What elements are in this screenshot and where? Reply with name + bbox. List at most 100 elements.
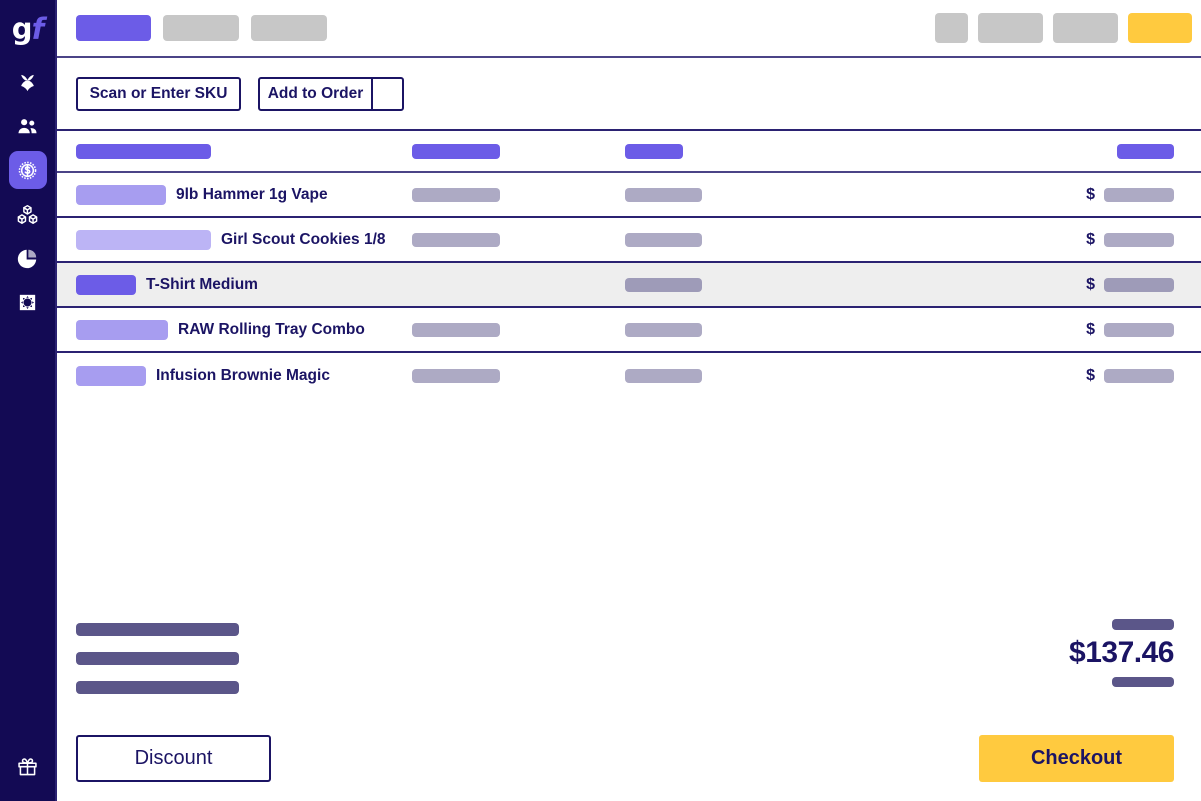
summary-label-placeholder <box>76 652 239 665</box>
row-cell-price: $ <box>1086 308 1174 351</box>
currency-symbol: $ <box>1086 320 1095 338</box>
order-summary-labels <box>76 623 239 694</box>
row-cell-price: $ <box>1086 218 1174 261</box>
topbar-left-group <box>76 15 327 41</box>
topbar-right-group <box>935 13 1192 43</box>
table-row[interactable]: Girl Scout Cookies 1/8 $ <box>57 218 1201 263</box>
row-unit-placeholder <box>625 187 702 202</box>
header-cell-unit <box>625 131 683 171</box>
row-cell-name: T-Shirt Medium <box>76 263 258 306</box>
row-price-placeholder <box>1104 187 1174 202</box>
row-unit-placeholder <box>625 277 702 292</box>
table-row[interactable]: 9lb Hammer 1g Vape $ <box>57 173 1201 218</box>
header-cell-price <box>1117 131 1174 171</box>
summary-label-placeholder <box>76 623 239 636</box>
checkout-button[interactable]: Checkout <box>979 735 1174 782</box>
row-qty-placeholder <box>412 322 500 337</box>
table-row-selected[interactable]: T-Shirt Medium $ <box>57 263 1201 308</box>
app-logo[interactable]: gf <box>0 0 55 57</box>
discount-button[interactable]: Discount <box>76 735 271 782</box>
row-cell-price: $ <box>1086 263 1174 306</box>
row-cell-quantity <box>412 173 500 216</box>
add-to-order-split-button: Add to Order <box>258 76 404 111</box>
row-cell-name: RAW Rolling Tray Combo <box>76 308 365 351</box>
order-summary-values: $137.46 <box>1069 619 1174 687</box>
row-name-placeholder <box>76 229 211 250</box>
chart-icon <box>16 247 39 270</box>
boxes-icon <box>16 203 39 226</box>
summary-label-placeholder <box>76 681 239 694</box>
leaf-icon <box>16 71 39 94</box>
row-price-placeholder <box>1104 277 1174 292</box>
row-cell-quantity <box>412 308 500 351</box>
topbar-tab-placeholder[interactable] <box>251 15 327 41</box>
row-qty-placeholder <box>412 232 500 247</box>
order-items-table: 9lb Hammer 1g Vape $ Girl Scout Cookies … <box>57 131 1201 398</box>
row-name-placeholder <box>76 184 166 205</box>
main-content: Scan or Enter SKU Add to Order 9lb Hamme… <box>55 0 1201 801</box>
row-qty-placeholder <box>412 368 500 383</box>
table-row[interactable]: Infusion Brownie Magic $ <box>57 353 1201 398</box>
gear-icon <box>16 291 39 314</box>
currency-symbol: $ <box>1086 230 1095 248</box>
summary-subtotal-placeholder <box>1112 619 1174 630</box>
row-cell-unit <box>625 173 702 216</box>
topbar-tab-placeholder[interactable] <box>163 15 239 41</box>
row-unit-placeholder <box>625 232 702 247</box>
logo-letter-g: g <box>11 11 33 46</box>
row-cell-unit <box>625 353 702 398</box>
row-cell-quantity <box>412 353 500 398</box>
grand-total-amount: $137.46 <box>1069 636 1174 669</box>
topbar-primary-action-placeholder[interactable] <box>1128 13 1192 43</box>
product-name: T-Shirt Medium <box>146 275 258 293</box>
coin-icon <box>16 159 39 182</box>
row-unit-placeholder <box>625 368 702 383</box>
topbar-tab-active-placeholder[interactable] <box>76 15 151 41</box>
gift-icon <box>16 755 39 778</box>
row-cell-unit <box>625 218 702 261</box>
add-to-order-button[interactable]: Add to Order <box>258 76 372 111</box>
row-cell-unit <box>625 308 702 351</box>
row-cell-price: $ <box>1086 173 1174 216</box>
sidebar-item-plants[interactable] <box>9 63 47 101</box>
header-unit-placeholder <box>625 143 683 159</box>
sidebar-item-reports[interactable] <box>9 239 47 277</box>
row-cell-price: $ <box>1086 353 1174 398</box>
header-cell-quantity <box>412 131 500 171</box>
sidebar-item-inventory[interactable] <box>9 195 47 233</box>
sidebar-item-sales[interactable] <box>8 151 47 189</box>
row-price-placeholder <box>1104 322 1174 337</box>
topbar-action-placeholder[interactable] <box>978 13 1043 43</box>
pos-order-screen: gf Scan or Enter SKU Add to Order 9lb Ha… <box>0 0 1201 801</box>
top-navigation-bar <box>57 0 1201 58</box>
header-qty-placeholder <box>412 143 500 159</box>
row-cell-quantity <box>412 218 500 261</box>
topbar-action-placeholder[interactable] <box>935 13 968 43</box>
sidebar: gf <box>0 0 55 801</box>
summary-tax-placeholder <box>1112 676 1174 687</box>
row-unit-placeholder <box>625 322 702 337</box>
sidebar-item-rewards[interactable] <box>9 747 47 785</box>
sidebar-item-customers[interactable] <box>9 107 47 145</box>
row-price-placeholder <box>1104 368 1174 383</box>
product-name: RAW Rolling Tray Combo <box>178 320 365 338</box>
row-qty-placeholder <box>412 187 500 202</box>
footer-action-bar: Discount Checkout <box>76 735 1174 782</box>
product-name: Girl Scout Cookies 1/8 <box>221 230 386 248</box>
table-row[interactable]: RAW Rolling Tray Combo $ <box>57 308 1201 353</box>
product-name: Infusion Brownie Magic <box>156 366 330 384</box>
row-name-placeholder <box>76 274 136 295</box>
scan-sku-button[interactable]: Scan or Enter SKU <box>76 76 241 111</box>
row-cell-name: Infusion Brownie Magic <box>76 353 330 398</box>
add-to-order-dropdown-button[interactable] <box>372 76 404 111</box>
header-name-placeholder <box>76 143 211 159</box>
topbar-action-placeholder[interactable] <box>1053 13 1118 43</box>
row-cell-name: Girl Scout Cookies 1/8 <box>76 218 386 261</box>
people-icon <box>16 115 39 138</box>
header-cell-name <box>76 131 211 171</box>
row-cell-name: 9lb Hammer 1g Vape <box>76 173 328 216</box>
table-header-row <box>57 131 1201 173</box>
row-cell-unit <box>625 263 702 306</box>
sidebar-item-settings[interactable] <box>9 283 47 321</box>
order-footer: $137.46 Discount Checkout <box>57 611 1201 801</box>
